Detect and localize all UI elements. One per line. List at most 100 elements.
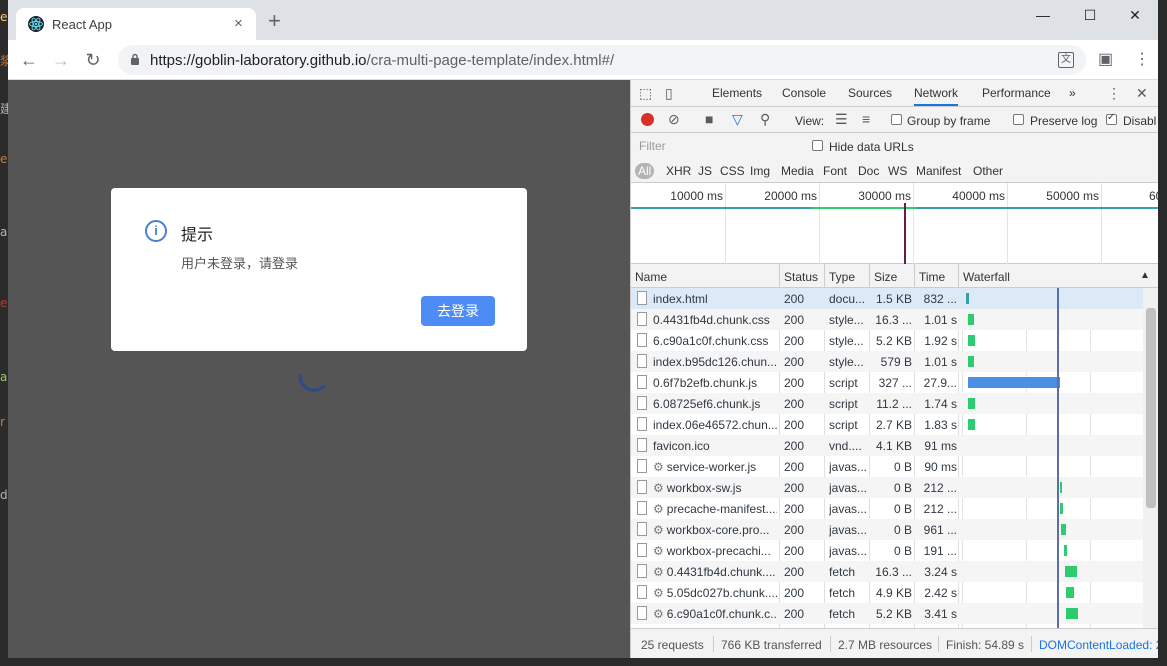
tab-network[interactable]: Network [914, 86, 959, 106]
group-by-frame-checkbox[interactable] [891, 114, 902, 125]
cell-status: 200 [784, 481, 805, 495]
tab-performance[interactable]: Performance [982, 86, 1051, 100]
col-status[interactable]: Status [784, 270, 818, 284]
service-worker-gear-icon: ⚙ [653, 586, 664, 600]
device-toolbar-icon[interactable]: ▯ [665, 85, 673, 101]
login-dialog: i 提示 用户未登录，请登录 去登录 [111, 188, 527, 351]
col-time[interactable]: Time [919, 270, 945, 284]
table-row[interactable]: ⚙ precache-manifest.... 200 javas... 0 B 212 … [631, 498, 1143, 519]
tab-sources[interactable]: Sources [848, 86, 892, 100]
type-filter-img[interactable]: Img [747, 163, 773, 179]
tab-strip: React App × + — ☐ ✕ [8, 0, 1158, 40]
back-icon[interactable]: ← [18, 49, 40, 71]
disable-cache-checkbox[interactable] [1106, 112, 1117, 125]
cell-type: style... [829, 313, 864, 327]
close-window-button[interactable]: ✕ [1112, 4, 1158, 26]
maximize-button[interactable]: ☐ [1067, 4, 1113, 26]
table-scrollbar[interactable] [1143, 288, 1158, 628]
table-row[interactable]: index.html 200 docu... 1.5 KB 832 ... [631, 288, 1143, 309]
sort-ascending-icon[interactable]: ▲ [1140, 270, 1150, 281]
cell-name: index.html [653, 292, 708, 306]
cell-type: style... [829, 355, 864, 369]
type-filter-all[interactable]: All [635, 163, 655, 179]
cell-time: 212 ... [923, 481, 957, 495]
scrollbar-thumb[interactable] [1146, 308, 1156, 508]
hide-data-urls-label: Hide data URLs [829, 140, 914, 154]
request-name: 0.4431fb4d.chunk.... [666, 565, 776, 579]
type-filter-doc[interactable]: Doc [855, 163, 882, 179]
waterfall-view-icon[interactable]: ≡ [862, 111, 870, 127]
type-filter-font[interactable]: Font [820, 163, 850, 179]
table-row[interactable]: 6.08725ef6.chunk.js 200 script 11.2 ... 1.74… [631, 393, 1143, 414]
type-filter-js[interactable]: JS [695, 163, 715, 179]
tab-elements[interactable]: Elements [712, 86, 762, 100]
col-waterfall[interactable]: Waterfall [963, 270, 1010, 284]
type-filter-manifest[interactable]: Manifest [913, 163, 964, 179]
col-divider [779, 264, 780, 288]
table-row[interactable]: ⚙ workbox-sw.js 200 javas... 0 B 212 ... [631, 477, 1143, 498]
screenshot-icon[interactable]: ■ [705, 111, 713, 127]
type-filter-other[interactable]: Other [970, 163, 1006, 179]
table-row[interactable]: ⚙ service-worker.js 200 javas... 0 B 90 ms [631, 456, 1143, 477]
table-row[interactable]: index.b95dc126.chun... 200 style... 579 B 1.… [631, 351, 1143, 372]
record-icon[interactable] [641, 113, 654, 126]
cell-type: script [829, 418, 858, 432]
group-by-frame-label: Group by frame [907, 114, 991, 128]
minimize-button[interactable]: — [1020, 4, 1066, 26]
reload-icon[interactable]: ↻ [82, 49, 104, 71]
table-row[interactable]: ⚙ 0.4431fb4d.chunk.... 200 fetch 16.3 ... 3.2… [631, 561, 1143, 582]
filter-icon[interactable]: ▽ [732, 111, 743, 127]
table-row[interactable]: ⚙ 5.05dc027b.chunk.... 200 fetch 4.9 KB 2.42 … [631, 582, 1143, 603]
overview-tick: 20000 ms [764, 189, 817, 203]
url-text: https://goblin-laboratory.github.io/cra-… [150, 52, 614, 69]
cell-type: fetch [829, 607, 856, 621]
forward-icon[interactable]: → [50, 49, 72, 71]
devtools-menu-icon[interactable]: ⋮ [1107, 85, 1121, 101]
filter-input[interactable]: Filter [635, 136, 795, 156]
browser-toolbar: ← → ↻ https://goblin-laboratory.github.i… [8, 40, 1158, 80]
cell-name: ⚙ workbox-precachi... [653, 544, 777, 558]
tab-close-icon[interactable]: × [234, 15, 243, 33]
table-row[interactable]: ⚙ workbox-precachi... 200 javas... 0 B 191 ..… [631, 540, 1143, 561]
table-row[interactable]: 0.6f7b2efb.chunk.js 200 script 327 ... 27.9.… [631, 372, 1143, 393]
col-name[interactable]: Name [635, 270, 667, 284]
address-bar[interactable]: https://goblin-laboratory.github.io/cra-… [118, 45, 1086, 75]
table-row[interactable]: ⚙ workbox-core.pro... 200 javas... 0 B 961 ..… [631, 519, 1143, 540]
devtools-close-icon[interactable]: ✕ [1136, 85, 1148, 101]
overview-tick: 10000 ms [670, 189, 723, 203]
network-summary-bar: 25 requests 766 KB transferred 2.7 MB re… [631, 628, 1158, 658]
more-tabs-icon[interactable]: » [1069, 86, 1076, 100]
file-icon [637, 480, 647, 494]
translate-icon[interactable]: 文 [1058, 52, 1074, 68]
table-row[interactable]: 6.c90a1c0f.chunk.css 200 style... 5.2 KB 1.9… [631, 330, 1143, 351]
extension-icon[interactable]: ▣ [1098, 50, 1113, 70]
type-filter-css[interactable]: CSS [717, 163, 748, 179]
file-icon [637, 564, 647, 578]
table-row[interactable]: ⚙ 6.c90a1c0f.chunk.c... 200 fetch 5.2 KB 3.41… [631, 603, 1143, 624]
preserve-log-checkbox[interactable] [1013, 114, 1024, 125]
col-type[interactable]: Type [829, 270, 855, 284]
clear-icon[interactable]: ⊘ [668, 111, 680, 127]
cell-time: 2.42 s [924, 586, 957, 600]
table-row[interactable]: favicon.ico 200 vnd.... 4.1 KB 91 ms [631, 435, 1143, 456]
hide-data-urls-checkbox[interactable] [812, 140, 823, 151]
cell-time: 27.9... [923, 376, 957, 390]
list-view-icon[interactable]: ☰ [835, 111, 848, 127]
type-filter-media[interactable]: Media [778, 163, 817, 179]
file-icon [637, 459, 647, 473]
type-filter-ws[interactable]: WS [885, 163, 910, 179]
col-size[interactable]: Size [874, 270, 897, 284]
inspect-element-icon[interactable]: ⬚ [639, 85, 652, 101]
search-icon[interactable]: ⚲ [760, 111, 770, 127]
type-filter-xhr[interactable]: XHR [663, 163, 694, 179]
tab-console[interactable]: Console [782, 86, 826, 100]
browser-tab[interactable]: React App × [16, 8, 256, 40]
cell-type: script [829, 376, 858, 390]
go-login-button[interactable]: 去登录 [421, 296, 495, 326]
cell-time: 832 ... [923, 292, 957, 306]
table-row[interactable]: index.06e46572.chun... 200 script 2.7 KB 1.8… [631, 414, 1143, 435]
cell-size: 2.7 KB [875, 418, 912, 432]
menu-icon[interactable]: ⋮ [1134, 50, 1150, 70]
new-tab-button[interactable]: + [268, 10, 281, 32]
table-row[interactable]: 0.4431fb4d.chunk.css 200 style... 16.3 ... 1… [631, 309, 1143, 330]
